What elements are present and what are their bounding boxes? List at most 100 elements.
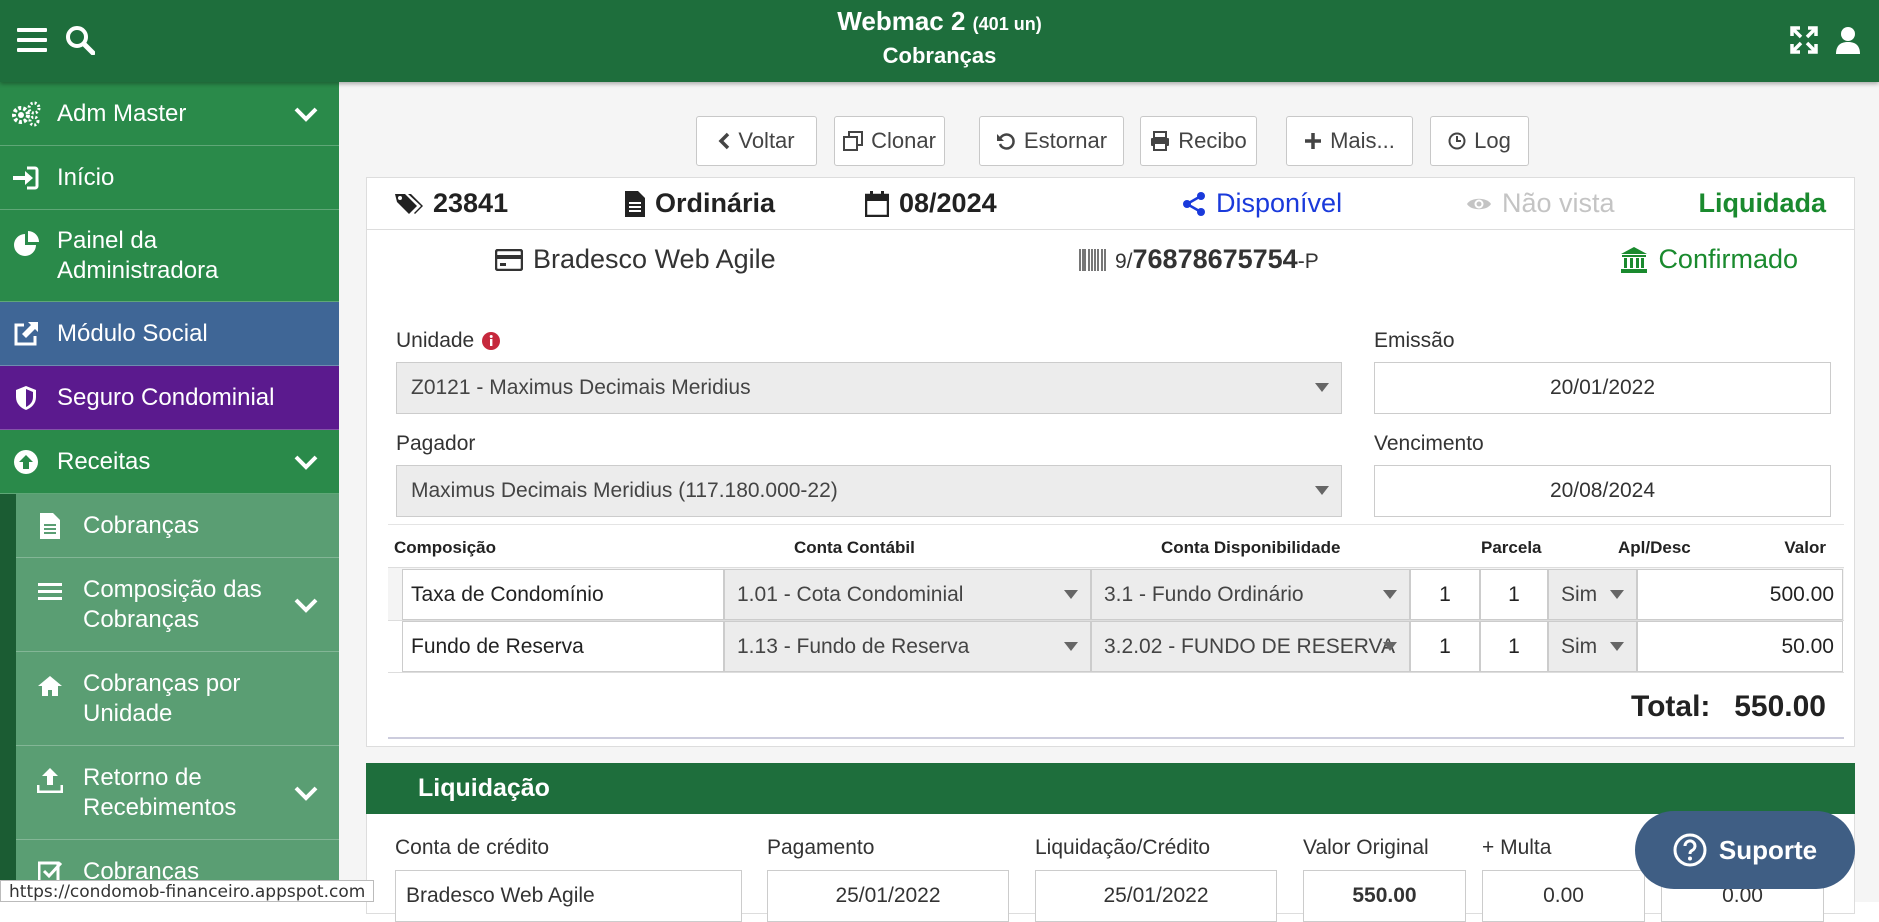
disponivel-link[interactable]: Disponível: [1182, 188, 1342, 219]
sidebar-item-adm-master[interactable]: Adm Master: [0, 82, 339, 146]
recibo-label: Recibo: [1178, 128, 1247, 153]
tags-icon: [395, 193, 423, 214]
fullscreen-icon[interactable]: [1786, 20, 1822, 60]
row-descricao-input[interactable]: Taxa de Condomínio: [402, 569, 724, 620]
clonar-button[interactable]: Clonar: [834, 116, 945, 166]
sidebar-item-label: Início: [57, 163, 115, 191]
chevron-left-icon: [718, 132, 730, 150]
row-disp-select[interactable]: 3.2.02 - FUNDO DE RESERVA: [1091, 621, 1410, 672]
nosso-numero-value: 76878675754: [1132, 244, 1298, 274]
sidebar-item-inicio[interactable]: Início: [0, 146, 339, 210]
sidebar-item-label: Cobranças por Unidade: [83, 669, 241, 727]
credito-label: Liquidação/Crédito: [1035, 836, 1211, 859]
sidebar-item-label: Painel da Administradora: [57, 226, 219, 284]
caret-down-icon: [1610, 590, 1624, 599]
recibo-button[interactable]: Recibo: [1140, 116, 1257, 166]
arrow-circle-up-icon: [10, 446, 42, 478]
pagamento-label: Pagamento: [767, 836, 875, 859]
unidade-label: Unidade: [396, 329, 501, 353]
pagador-value: Maximus Decimais Meridius (117.180.000-2…: [411, 479, 838, 502]
disponivel-label: Disponível: [1216, 188, 1343, 218]
sidebar-item-receitas[interactable]: Receitas: [0, 430, 339, 494]
conta-credito-select[interactable]: Bradesco Web Agile: [395, 870, 742, 922]
vencimento-label: Vencimento: [1374, 432, 1484, 455]
sidebar-subitem-retorno[interactable]: Retorno de Recebimentos: [16, 746, 339, 840]
suporte-button[interactable]: Suporte: [1635, 811, 1855, 889]
conta-value: 1.13 - Fundo de Reserva: [737, 634, 970, 658]
valor-original-input[interactable]: 550.00: [1303, 870, 1466, 922]
id-value: 23841: [433, 188, 509, 218]
estornar-label: Estornar: [1023, 128, 1108, 153]
sidebar-subitem-cobrancas[interactable]: Cobranças: [16, 494, 339, 558]
vencimento-input[interactable]: 20/08/2024: [1374, 465, 1831, 517]
voltar-button[interactable]: Voltar: [696, 116, 817, 166]
bank-icon: [1621, 246, 1648, 273]
main-content: Voltar Clonar Estornar Recibo Mais... Lo…: [339, 82, 1879, 922]
user-icon[interactable]: [1830, 20, 1866, 60]
row-descricao-input[interactable]: Fundo de Reserva: [402, 621, 724, 672]
multa-input[interactable]: 0.00: [1482, 870, 1645, 922]
caret-down-icon: [1610, 642, 1624, 651]
info-icon[interactable]: [482, 332, 501, 350]
col-conta-disp: Conta Disponibilidade: [1161, 538, 1341, 557]
apl-value: Sim: [1561, 582, 1598, 606]
row-parcela-input[interactable]: 1: [1410, 621, 1480, 672]
clock-icon: [1448, 132, 1466, 150]
app-name: Webmac 2: [837, 6, 966, 36]
row-conta-select[interactable]: 1.01 - Cota Condominial: [724, 569, 1091, 620]
status-bar-url: https://condomob-financeiro.appspot.com: [0, 880, 375, 902]
row-valor-input[interactable]: 50.00: [1637, 621, 1843, 672]
unidade-select[interactable]: Z0121 - Maximus Decimais Meridius: [396, 362, 1342, 414]
file-icon: [34, 510, 66, 542]
plus-icon: [1305, 133, 1322, 149]
confirmado-label: Confirmado: [1658, 244, 1798, 274]
conta-credito-label: Conta de crédito: [395, 836, 550, 859]
suporte-label: Suporte: [1718, 834, 1818, 865]
sidebar-item-label: Adm Master: [57, 99, 187, 127]
gears-icon: [10, 98, 42, 130]
sidebar-item-painel[interactable]: Painel da Administradora: [0, 210, 339, 302]
liquidacao-header: Liquidação: [366, 763, 1855, 814]
pagamento-input[interactable]: 25/01/2022: [767, 870, 1009, 922]
chevron-down-icon: [291, 447, 321, 477]
pagador-label: Pagador: [396, 432, 476, 455]
home-icon: [34, 670, 66, 702]
mais-button[interactable]: Mais...: [1286, 116, 1413, 166]
status-badge: Liquidada: [1698, 188, 1827, 218]
sidebar-item-seguro[interactable]: Seguro Condominial: [0, 366, 339, 430]
row-apl-select[interactable]: Sim: [1548, 621, 1637, 672]
caret-down-icon: [1315, 486, 1329, 495]
barcode-icon: [1079, 248, 1106, 271]
emissao-input[interactable]: 20/01/2022: [1374, 362, 1831, 414]
tipo-value: Ordinária: [655, 188, 776, 218]
row-parcela-input[interactable]: 1: [1410, 569, 1480, 620]
page-title: Cobranças: [882, 43, 997, 68]
row-disp-select[interactable]: 3.1 - Fundo Ordinário: [1091, 569, 1410, 620]
competencia-value: 08/2024: [899, 188, 997, 218]
sidebar-item-label: Módulo Social: [57, 319, 208, 347]
nosso-prefix: 9/: [1115, 250, 1133, 273]
top-bar: Webmac 2 (401 un) Cobranças: [0, 0, 1879, 82]
credito-input[interactable]: 25/01/2022: [1035, 870, 1277, 922]
log-button[interactable]: Log: [1430, 116, 1529, 166]
row-conta-select[interactable]: 1.13 - Fundo de Reserva: [724, 621, 1091, 672]
sidebar-item-modulo-social[interactable]: Módulo Social: [0, 302, 339, 366]
unidade-label-text: Unidade: [396, 329, 475, 352]
question-circle-icon: [1673, 833, 1707, 867]
sidebar-subitem-por-unidade[interactable]: Cobranças por Unidade: [16, 652, 339, 746]
banco-value: Bradesco Web Agile: [533, 244, 776, 274]
row-valor-input[interactable]: 500.00: [1637, 569, 1843, 620]
valor-original-label: Valor Original: [1303, 836, 1429, 859]
row-apl-select[interactable]: Sim: [1548, 569, 1637, 620]
estornar-button[interactable]: Estornar: [979, 116, 1124, 166]
shield-icon: [10, 382, 42, 414]
external-link-icon: [10, 318, 42, 350]
row-total-parcelas-input[interactable]: 1: [1480, 569, 1548, 620]
row-total-parcelas-input[interactable]: 1: [1480, 621, 1548, 672]
credit-card-icon: [495, 248, 523, 271]
clonar-label: Clonar: [871, 128, 936, 153]
voltar-label: Voltar: [738, 128, 795, 153]
visto-label: Não vista: [1502, 188, 1615, 218]
sidebar-subitem-composicao[interactable]: Composição das Cobranças: [16, 558, 339, 652]
pagador-select[interactable]: Maximus Decimais Meridius (117.180.000-2…: [396, 465, 1342, 517]
